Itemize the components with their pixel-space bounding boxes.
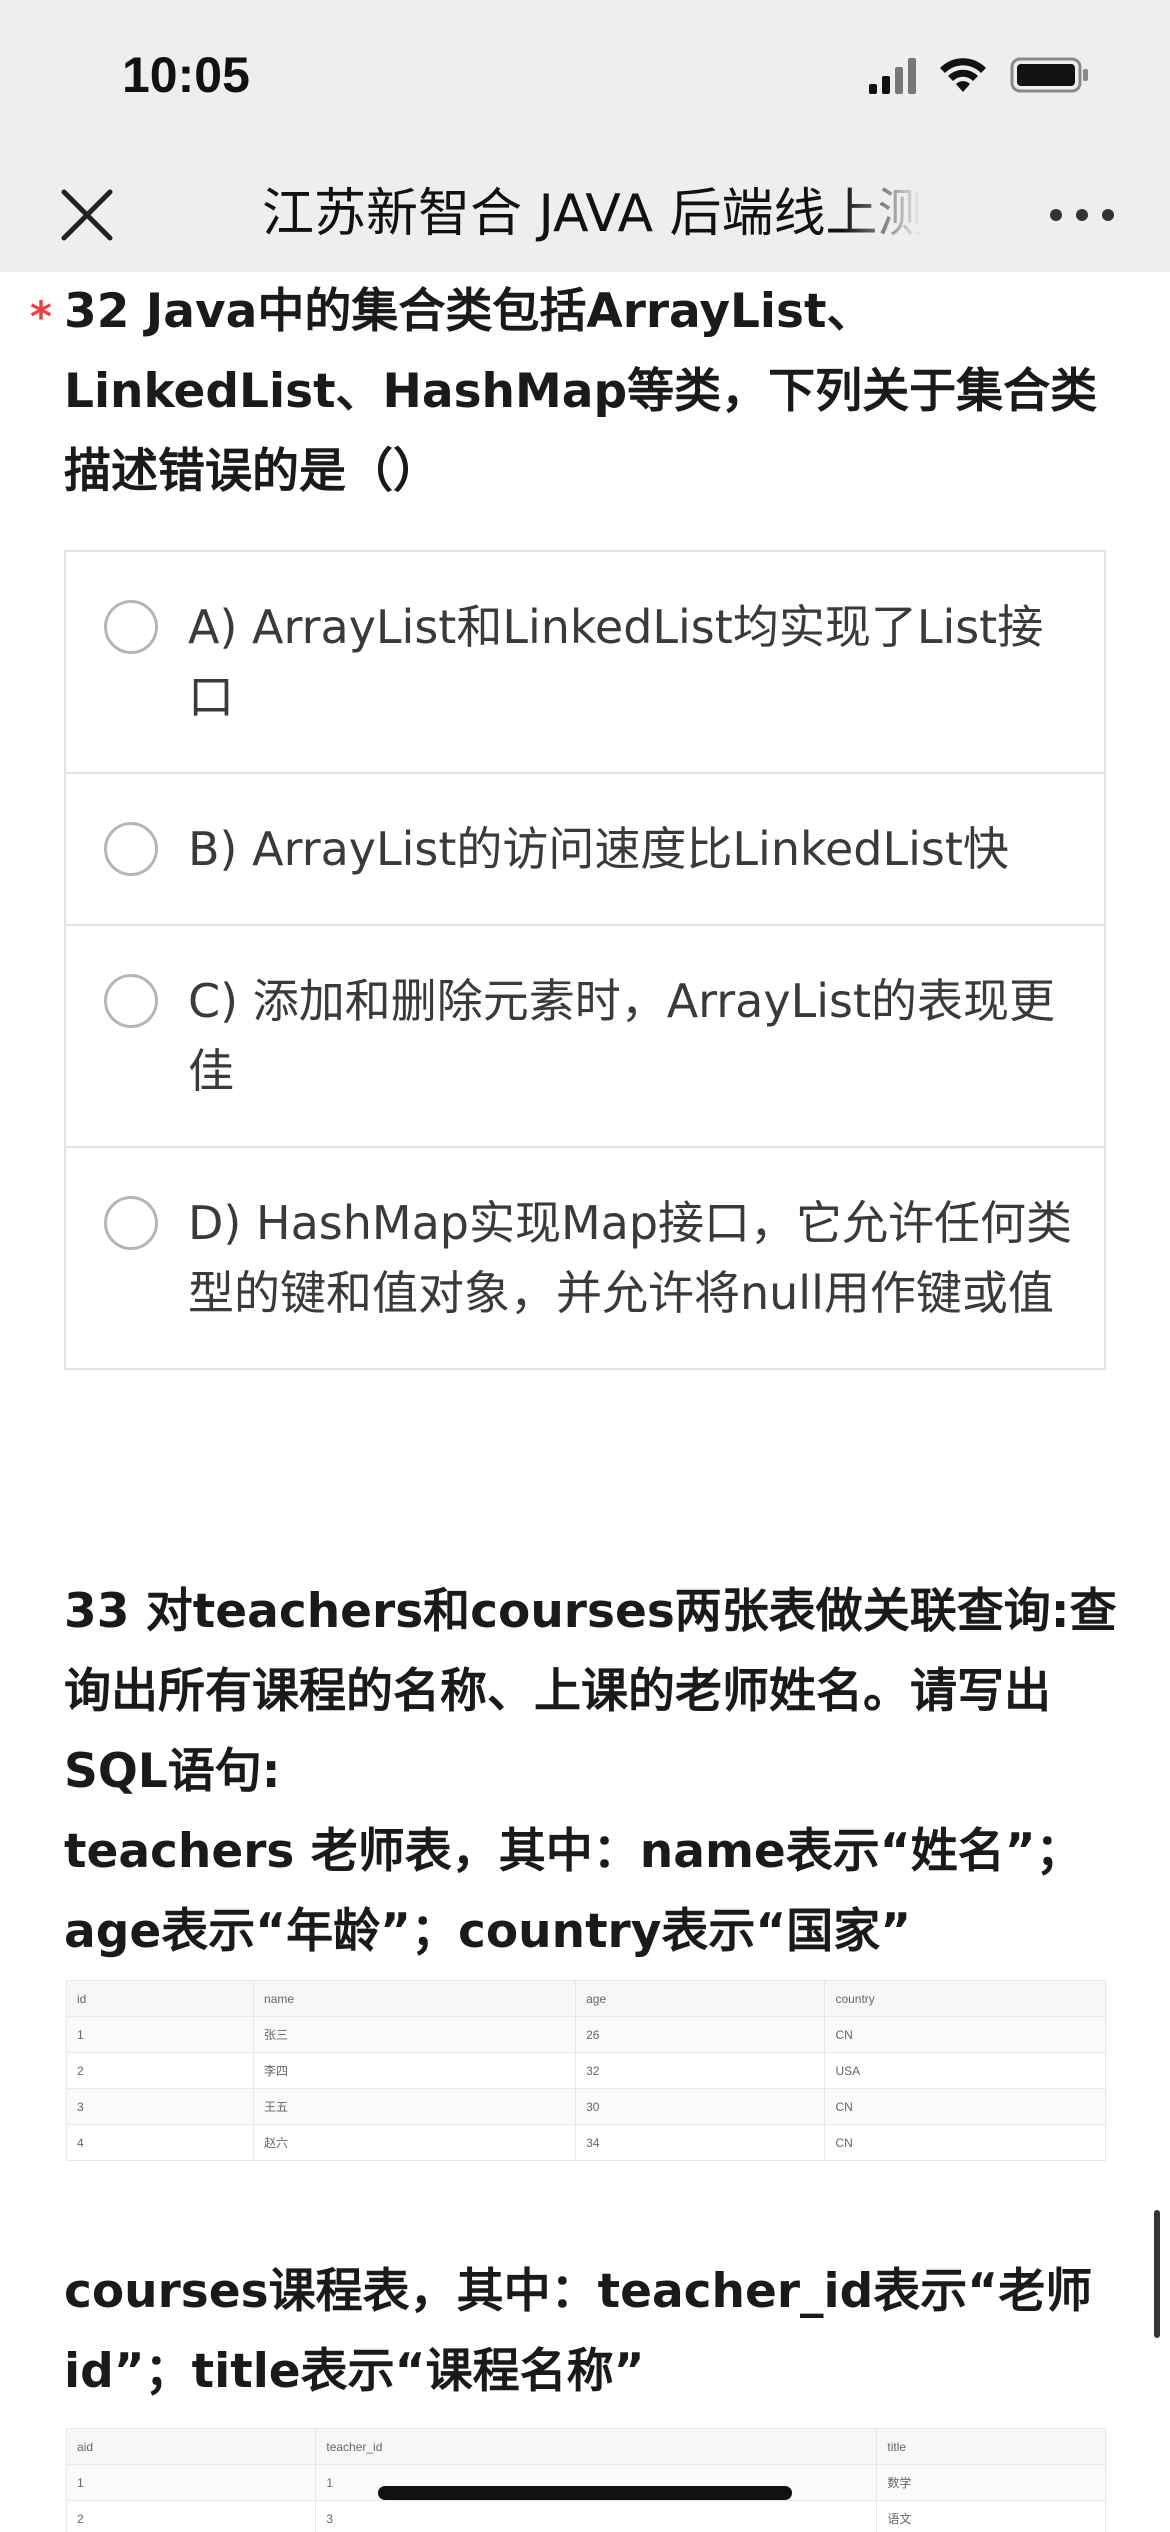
radio-button[interactable] bbox=[104, 600, 158, 654]
table-row: 1 张三 26 CN bbox=[65, 2016, 1106, 2053]
page-title: 江苏新智合 JAVA 后端线上测 bbox=[262, 184, 922, 244]
table-header-cell: age bbox=[575, 1980, 826, 2017]
table-cell: CN bbox=[824, 2016, 1106, 2053]
status-time: 10:05 bbox=[122, 47, 250, 103]
courses-description: courses课程表，其中：teacher_id表示“老师id”；title表示… bbox=[64, 2264, 1093, 2399]
battery-icon bbox=[1010, 57, 1088, 93]
teachers-description: teachers 老师表，其中：name表示“姓名”；age表示“年龄”；cou… bbox=[64, 1824, 1083, 1959]
option-label: B) ArrayList的访问速度比LinkedList快 bbox=[188, 822, 1009, 876]
table-header-row: id name age country bbox=[65, 1980, 1106, 2017]
table-cell: 3 bbox=[315, 2500, 878, 2532]
table-cell: USA bbox=[824, 2052, 1106, 2089]
option-c[interactable]: C) 添加和删除元素时，ArrayList的表现更佳 bbox=[66, 926, 1104, 1148]
radio-button[interactable] bbox=[104, 1196, 158, 1250]
required-mark: * bbox=[30, 292, 52, 341]
table-cell: 30 bbox=[575, 2088, 826, 2125]
close-icon[interactable] bbox=[52, 180, 122, 250]
home-indicator[interactable] bbox=[378, 2486, 792, 2500]
table-row: 2 李四 32 USA bbox=[65, 2052, 1106, 2089]
table-cell: 1 bbox=[65, 2464, 317, 2501]
option-d[interactable]: D) HashMap实现Map接口，它允许任何类型的键和值对象，并允许将null… bbox=[66, 1148, 1104, 1368]
status-icons bbox=[869, 56, 1090, 94]
table-cell: 2 bbox=[65, 2052, 255, 2089]
cellular-signal-icon bbox=[869, 56, 916, 94]
table-cell: 4 bbox=[65, 2124, 255, 2161]
table-cell: 数学 bbox=[876, 2464, 1106, 2501]
table-header-cell: title bbox=[876, 2428, 1106, 2465]
table-row: 2 3 语文 bbox=[65, 2500, 1106, 2532]
top-bar: 10:05 江苏新智合 JAVA 后端线上测 bbox=[0, 0, 1170, 272]
table-row: 3 王五 30 CN bbox=[65, 2088, 1106, 2125]
table-cell: 张三 bbox=[253, 2016, 577, 2053]
more-dot-icon bbox=[1076, 209, 1088, 221]
option-label: C) 添加和删除元素时，ArrayList的表现更佳 bbox=[188, 974, 1055, 1098]
more-options-button[interactable] bbox=[1050, 190, 1114, 240]
wifi-icon bbox=[940, 58, 986, 92]
table-header-cell: country bbox=[824, 1980, 1106, 2017]
table-cell: 语文 bbox=[876, 2500, 1106, 2532]
table-header-cell: teacher_id bbox=[315, 2428, 878, 2465]
question-33-text: 33 对teachers和courses两张表做关联查询:查询出所有课程的名称、… bbox=[64, 1584, 1117, 1799]
question-33-title: 33 对teachers和courses两张表做关联查询:查询出所有课程的名称、… bbox=[64, 1572, 1124, 1972]
courses-table-image: aid teacher_id title 1 1 数学 2 3 语文 bbox=[65, 2428, 1106, 2532]
table-header-cell: name bbox=[253, 1980, 577, 2017]
table-cell: 王五 bbox=[253, 2088, 577, 2125]
table-cell: 1 bbox=[65, 2016, 255, 2053]
scrollbar[interactable] bbox=[1154, 2210, 1160, 2338]
table-cell: 赵六 bbox=[253, 2124, 577, 2161]
table-row: 4 赵六 34 CN bbox=[65, 2124, 1106, 2161]
option-label: A) ArrayList和LinkedList均实现了List接口 bbox=[188, 600, 1044, 724]
question-32-title: 32 Java中的集合类包括ArrayList、LinkedList、HashM… bbox=[64, 284, 1098, 499]
question-32-options: A) ArrayList和LinkedList均实现了List接口 B) Arr… bbox=[64, 550, 1106, 1370]
more-dot-icon bbox=[1102, 209, 1114, 221]
more-dot-icon bbox=[1050, 209, 1062, 221]
table-cell: 李四 bbox=[253, 2052, 577, 2089]
table-cell: 2 bbox=[65, 2500, 317, 2532]
table-header-cell: aid bbox=[65, 2428, 317, 2465]
table-cell: CN bbox=[824, 2124, 1106, 2161]
table-cell: 26 bbox=[575, 2016, 826, 2053]
radio-button[interactable] bbox=[104, 974, 158, 1028]
option-a[interactable]: A) ArrayList和LinkedList均实现了List接口 bbox=[66, 552, 1104, 774]
table-cell: 32 bbox=[575, 2052, 826, 2089]
option-b[interactable]: B) ArrayList的访问速度比LinkedList快 bbox=[66, 774, 1104, 926]
table-header-row: aid teacher_id title bbox=[65, 2428, 1106, 2465]
option-label: D) HashMap实现Map接口，它允许任何类型的键和值对象，并允许将null… bbox=[188, 1196, 1073, 1320]
table-cell: 34 bbox=[575, 2124, 826, 2161]
radio-button[interactable] bbox=[104, 822, 158, 876]
table-cell: CN bbox=[824, 2088, 1106, 2125]
table-cell: 3 bbox=[65, 2088, 255, 2125]
teachers-table-image: id name age country 1 张三 26 CN 2 李四 32 U… bbox=[65, 1980, 1106, 2161]
table-header-cell: id bbox=[65, 1980, 255, 2017]
nav-bar: 江苏新智合 JAVA 后端线上测 bbox=[0, 160, 1170, 272]
